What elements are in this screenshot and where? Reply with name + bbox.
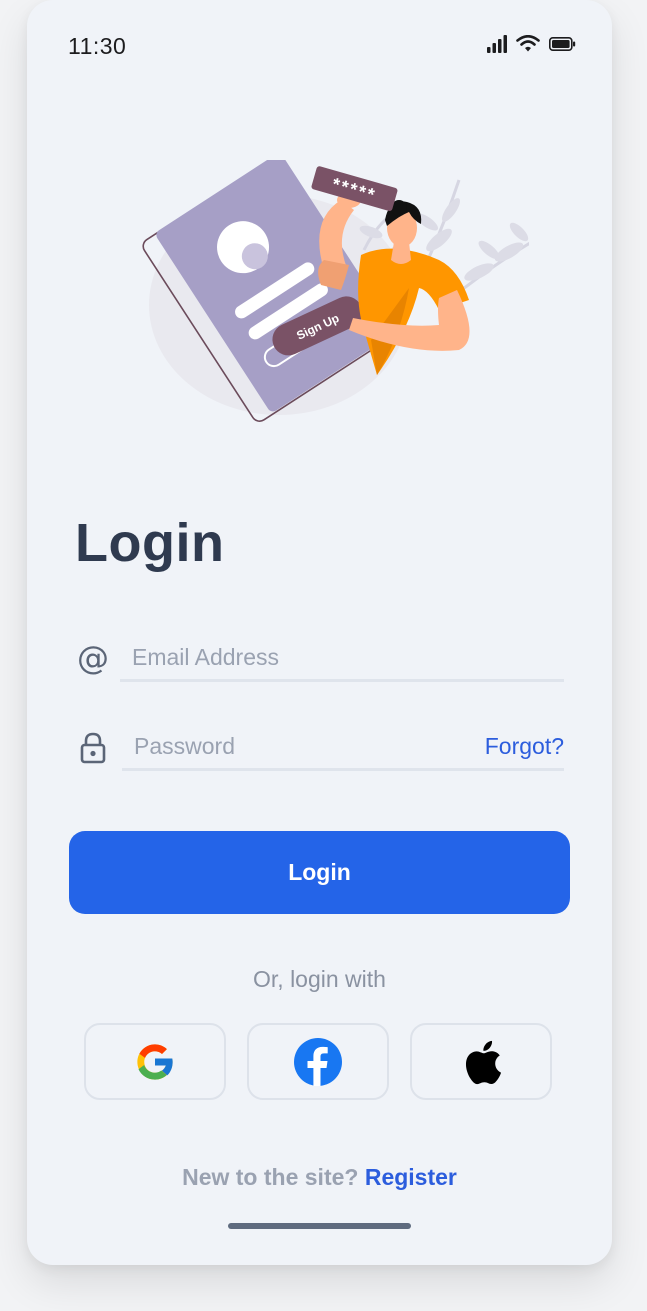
at-icon: @ (75, 636, 111, 682)
apple-login-button[interactable] (410, 1023, 552, 1100)
forgot-password-link[interactable]: Forgot? (485, 733, 564, 760)
password-row: Forgot? (75, 725, 565, 771)
status-icons (487, 34, 576, 54)
svg-text:@: @ (77, 642, 109, 676)
signal-icon (487, 35, 507, 53)
page-title: Login (75, 513, 225, 573)
signup-illustration: Sign Up ***** (142, 160, 529, 422)
register-prompt-text: New to the site? (182, 1164, 359, 1190)
apple-icon (465, 1040, 502, 1084)
home-indicator (228, 1223, 411, 1229)
wifi-icon (516, 35, 540, 52)
facebook-login-button[interactable] (247, 1023, 389, 1100)
lock-icon (75, 725, 111, 771)
login-button[interactable]: Login (69, 831, 570, 914)
google-icon (137, 1043, 174, 1080)
email-field[interactable] (120, 636, 564, 682)
facebook-icon (294, 1037, 342, 1086)
social-divider-text: Or, login with (253, 966, 386, 992)
register-prompt: New to the site? Register (27, 1164, 612, 1191)
google-login-button[interactable] (84, 1023, 226, 1100)
email-row: @ (75, 636, 565, 682)
battery-icon (549, 37, 576, 51)
register-link[interactable]: Register (365, 1164, 457, 1190)
phone-screen: 11:30 Sign Up ***** Login @ Email Addres… (27, 0, 612, 1265)
status-time: 11:30 (68, 33, 127, 59)
